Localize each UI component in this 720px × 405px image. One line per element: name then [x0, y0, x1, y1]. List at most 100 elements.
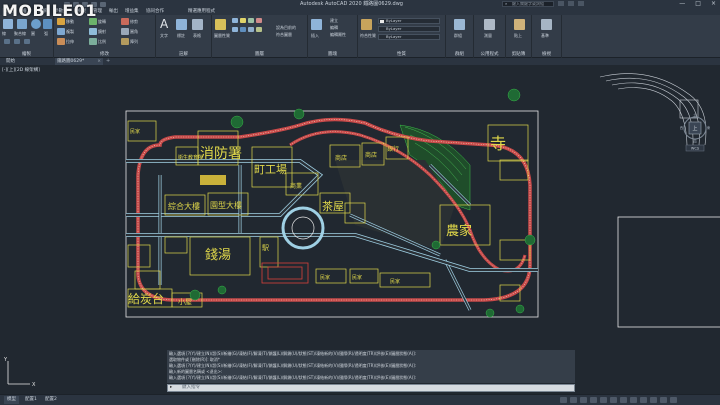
ortho-icon[interactable] [590, 397, 597, 403]
set-current-label[interactable]: 設為目前的 [276, 25, 296, 31]
trim-label: 修剪 [130, 19, 138, 24]
close-tab-icon[interactable]: × [97, 58, 101, 65]
trim-icon[interactable] [121, 18, 129, 25]
redo-icon[interactable] [100, 1, 106, 7]
tab-drawing[interactable]: 鐵路圖0629* × [55, 58, 103, 65]
layer-properties-icon[interactable] [215, 19, 226, 30]
osnap-icon[interactable] [610, 397, 617, 403]
window-controls: — □ × [679, 0, 716, 8]
table-icon[interactable] [192, 19, 203, 30]
annotation-icon[interactable] [630, 397, 637, 403]
circle-icon[interactable] [31, 19, 41, 29]
stretch-icon[interactable] [57, 38, 65, 45]
ribbon-group-block: 插入 建立 編輯 編輯屬性 圖塊 [308, 15, 358, 58]
layers-group-label: 圖層 [255, 52, 264, 57]
create-block-label[interactable]: 建立 [330, 18, 338, 24]
layer-off-icon[interactable] [232, 27, 238, 32]
layer-match-icon[interactable] [256, 27, 262, 32]
copy-icon[interactable] [57, 28, 65, 35]
second-sheet-border [617, 216, 720, 328]
layer-freeze-icon[interactable] [240, 18, 246, 23]
command-input[interactable]: ▸ 鍵入指令 [167, 384, 575, 392]
layer-on-icon[interactable] [232, 18, 238, 23]
line-icon[interactable] [3, 19, 13, 29]
polar-icon[interactable] [600, 397, 607, 403]
command-history-line: 輸入選項 [?(Y)/建立(N)/設(S)/新繪(G)/凍結(F)/解凍(T)/… [169, 363, 417, 368]
tab-layout1[interactable]: 配置1 [22, 396, 40, 404]
search-icon: ⌕ [505, 1, 508, 6]
tab-start[interactable]: 開始 [4, 58, 48, 65]
arc-icon[interactable] [43, 19, 52, 29]
color-dropdown[interactable]: ByLayer [378, 18, 440, 24]
tab-featured-apps[interactable]: 精選應用程式 [188, 8, 215, 15]
maximize-button[interactable]: □ [695, 0, 701, 8]
drawing-tab-label: 鐵路圖0629* [57, 59, 85, 64]
command-placeholder: 鍵入指令 [182, 385, 200, 390]
scale-icon[interactable] [89, 38, 97, 45]
cart-icon[interactable] [568, 1, 574, 6]
roundabout [281, 206, 325, 250]
annotation-group-label: 註解 [179, 52, 188, 57]
group-icon[interactable] [454, 19, 465, 30]
rotate-label: 旋轉 [98, 19, 106, 24]
tab-addins[interactable]: 增益集 [125, 8, 139, 15]
mirror-icon[interactable] [89, 28, 97, 35]
customize-icon[interactable] [670, 397, 677, 403]
workspace-icon[interactable] [640, 397, 647, 403]
lineweight-icon[interactable] [620, 397, 627, 403]
mirror-label: 鏡射 [98, 29, 106, 34]
label-house4: 民家 [390, 278, 400, 285]
command-history-line: 輸入選項 [?(Y)/建立(N)/設(S)/新繪(G)/凍結(F)/解凍(T)/… [169, 375, 417, 380]
isolate-icon[interactable] [650, 397, 657, 403]
minimize-button[interactable]: — [679, 0, 685, 8]
new-tab-button[interactable]: + [106, 58, 110, 65]
help-icon[interactable] [578, 1, 584, 6]
hatch-icon[interactable] [14, 39, 20, 44]
fillet-icon[interactable] [121, 28, 129, 35]
paste-icon[interactable] [514, 19, 525, 30]
insert-block-icon[interactable] [311, 19, 322, 30]
match-properties-label: 符合性質 [360, 33, 376, 38]
titlebar-tools [558, 1, 584, 6]
fullscreen-icon[interactable] [660, 397, 667, 403]
label-hotel: 綜合大樓 [168, 201, 200, 211]
text-tool-icon[interactable]: A [160, 17, 168, 31]
edit-block-label[interactable]: 編輯 [330, 25, 338, 31]
edit-attribute-label[interactable]: 編輯屬性 [330, 32, 346, 38]
layer-merge-icon[interactable] [248, 27, 254, 32]
lineweight-dropdown[interactable]: ByLayer [378, 26, 440, 32]
command-history-line: 選取物件或 [刪除(R)]: 取消* [169, 357, 220, 362]
groups-group-label: 群組 [455, 52, 464, 57]
drawing-canvas[interactable]: [-][上][2D 線架構] 消防署 町工場 衛生教育所 綜合大樓 園型大樓 錢… [0, 65, 720, 394]
layer-walk-icon[interactable] [240, 27, 246, 32]
lineweight-value: ByLayer [386, 26, 402, 31]
tab-model[interactable]: 模型 [4, 396, 19, 404]
ellipse-icon[interactable] [24, 39, 30, 44]
match-layer-label[interactable]: 符合圖層 [276, 32, 292, 38]
layer-isolate-icon[interactable] [256, 18, 262, 23]
close-button[interactable]: × [711, 0, 716, 8]
command-prompt-icon: ▸ [170, 385, 173, 390]
viewcube[interactable]: 上 北 南 東 西 WCS [680, 113, 711, 153]
polyline-icon[interactable] [17, 19, 27, 29]
rectangle-icon[interactable] [4, 39, 10, 44]
search-input[interactable]: ⌕ 鍵入關鍵字或詞組 [502, 1, 554, 7]
linetype-dropdown[interactable]: ByLayer [378, 34, 440, 40]
status-toggles [560, 397, 677, 403]
layer-lock-icon[interactable] [248, 18, 254, 23]
circle-label: 圓 [31, 31, 35, 36]
command-history-line: 輸入選項 [?(Y)/建立(N)/設(S)/新繪(G)/凍結(F)/解凍(T)/… [169, 351, 417, 356]
dimension-icon[interactable] [176, 19, 187, 30]
match-properties-icon[interactable] [361, 19, 372, 30]
snap-icon[interactable] [580, 397, 587, 403]
tab-layout2[interactable]: 配置2 [42, 396, 60, 404]
tab-collaborate[interactable]: 協同合作 [146, 8, 164, 15]
grid-icon[interactable] [570, 397, 577, 403]
array-icon[interactable] [121, 38, 129, 45]
tab-output[interactable]: 輸出 [109, 8, 118, 15]
measure-icon[interactable] [484, 19, 495, 30]
model-space-icon[interactable] [560, 397, 567, 403]
base-view-icon[interactable] [541, 19, 552, 30]
compass-north: 北 [693, 113, 697, 118]
user-icon[interactable] [558, 1, 564, 6]
